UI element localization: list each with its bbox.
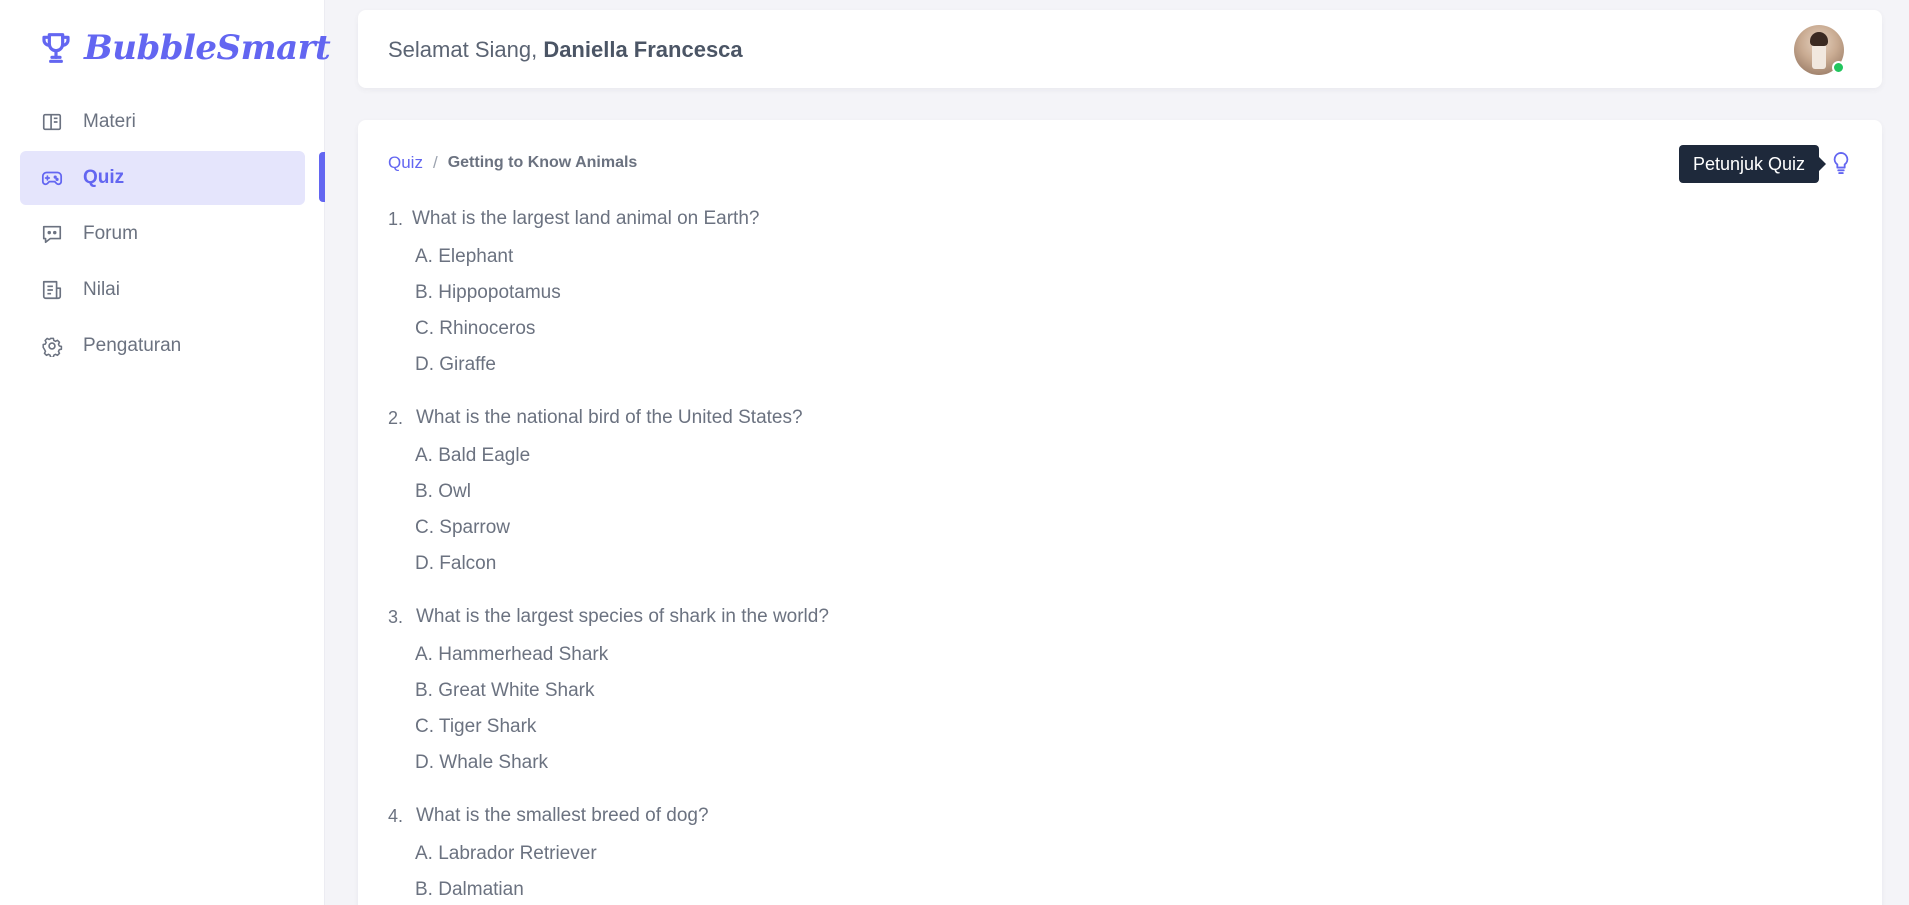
sidebar-item-label: Materi — [83, 111, 136, 132]
answer-option[interactable]: D. Whale Shark — [415, 745, 829, 781]
gear-icon — [42, 337, 63, 357]
answer-option[interactable]: B. Great White Shark — [415, 673, 829, 709]
question-item: 4. What is the smallest breed of dog? A.… — [388, 803, 829, 905]
quiz-card: Quiz / Getting to Know Animals Petunjuk … — [358, 120, 1882, 905]
answer-option[interactable]: A. Elephant — [415, 239, 829, 275]
question-number: 4. — [388, 806, 404, 826]
sidebar-nav: Materi Quiz Forum Nilai Pengaturan — [20, 95, 305, 375]
breadcrumb-separator: / — [432, 153, 438, 172]
sidebar-item-label: Quiz — [83, 167, 125, 188]
answer-option[interactable]: B. Owl — [415, 474, 829, 510]
online-status-dot — [1832, 61, 1845, 74]
question-text: 2. What is the national bird of the Unit… — [388, 405, 829, 431]
question-text: 3. What is the largest species of shark … — [388, 604, 829, 630]
answer-option[interactable]: C. Rhinoceros — [415, 311, 829, 347]
greeting-text: Selamat Siang, Daniella Francesca — [388, 37, 743, 63]
sidebar-item-label: Forum — [83, 223, 138, 244]
user-name: Daniella Francesca — [543, 37, 743, 62]
avatar[interactable] — [1794, 25, 1845, 75]
sidebar-item-nilai[interactable]: Nilai — [20, 263, 305, 317]
breadcrumb-current: Getting to Know Animals — [447, 154, 638, 171]
hint-tooltip: Petunjuk Quiz — [1678, 145, 1827, 183]
sidebar-item-forum[interactable]: Forum — [20, 207, 305, 261]
question-number: 2. — [388, 408, 404, 428]
question-item: 2. What is the national bird of the Unit… — [388, 405, 829, 582]
sidebar-item-materi[interactable]: Materi — [20, 95, 305, 149]
answer-option[interactable]: B. Hippopotamus — [415, 275, 829, 311]
question-list: 1. What is the largest land animal on Ea… — [388, 206, 829, 905]
gamepad-icon — [41, 171, 63, 186]
option-list: A. Hammerhead Shark B. Great White Shark… — [388, 637, 829, 781]
option-list: A. Bald Eagle B. Owl C. Sparrow D. Falco… — [388, 438, 829, 582]
greeting-prefix: Selamat Siang, — [388, 37, 544, 62]
answer-option[interactable]: B. Dalmatian — [415, 872, 829, 905]
sidebar-item-quiz[interactable]: Quiz — [20, 151, 305, 205]
question-label: What is the largest land animal on Earth… — [412, 208, 760, 229]
top-header: Selamat Siang, Daniella Francesca — [358, 10, 1882, 88]
sidebar-item-label: Pengaturan — [83, 335, 182, 356]
answer-option[interactable]: C. Sparrow — [415, 510, 829, 546]
trophy-icon — [42, 33, 70, 63]
question-item: 1. What is the largest land animal on Ea… — [388, 206, 829, 383]
question-text: 4. What is the smallest breed of dog? — [388, 803, 829, 829]
answer-option[interactable]: D. Falcon — [415, 546, 829, 582]
breadcrumb: Quiz / Getting to Know Animals — [388, 153, 637, 173]
answer-option[interactable]: A. Bald Eagle — [415, 438, 829, 474]
option-list: A. Labrador Retriever B. Dalmatian — [388, 836, 829, 905]
question-label: What is the largest species of shark in … — [416, 606, 829, 627]
answer-option[interactable]: A. Labrador Retriever — [415, 836, 829, 872]
brand-name: BubbleSmart — [84, 28, 331, 68]
option-list: A. Elephant B. Hippopotamus C. Rhinocero… — [388, 239, 829, 383]
question-label: What is the national bird of the United … — [416, 407, 803, 428]
lightbulb-icon[interactable] — [1830, 151, 1852, 175]
active-indicator — [319, 152, 325, 202]
sidebar-item-pengaturan[interactable]: Pengaturan — [20, 319, 305, 373]
breadcrumb-quiz-link[interactable]: Quiz — [388, 153, 423, 173]
answer-option[interactable]: A. Hammerhead Shark — [415, 637, 829, 673]
question-number: 1. — [388, 209, 404, 229]
sidebar-item-label: Nilai — [83, 279, 120, 300]
sidebar: BubbleSmart Materi Quiz Forum Nilai Peng… — [0, 0, 331, 905]
avatar-hair — [1810, 32, 1828, 46]
question-text: 1. What is the largest land animal on Ea… — [388, 206, 829, 232]
brand-logo[interactable]: BubbleSmart — [40, 28, 331, 68]
chat-icon — [42, 225, 62, 244]
question-label: What is the smallest breed of dog? — [416, 805, 709, 826]
report-icon — [42, 280, 62, 300]
book-icon — [42, 113, 62, 131]
question-item: 3. What is the largest species of shark … — [388, 604, 829, 781]
answer-option[interactable]: C. Tiger Shark — [415, 709, 829, 745]
answer-option[interactable]: D. Giraffe — [415, 347, 829, 383]
question-number: 3. — [388, 607, 404, 627]
